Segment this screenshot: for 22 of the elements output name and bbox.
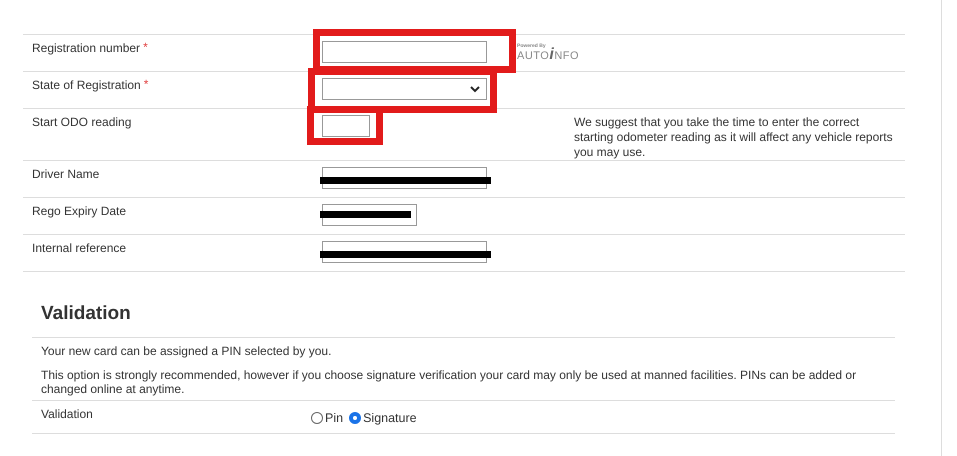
section-heading: Validation xyxy=(41,302,132,326)
intro-text: Your new card can be assigned a PIN selected by you. xyxy=(40,343,332,360)
required-mark: * xyxy=(144,76,148,91)
radio-icon[interactable] xyxy=(311,412,323,424)
advice-text: This option is strongly recommended, however if you choose signature verification your card may only be used at manned facilities. PINs can be added or changed online at anytime. xyxy=(40,367,858,398)
field-label: Driver Name xyxy=(31,166,100,182)
required-mark: * xyxy=(143,39,148,54)
field-label: State of Registration xyxy=(31,77,141,93)
input-field[interactable] xyxy=(322,41,487,63)
field-label: Internal reference xyxy=(31,240,126,256)
field-label: Registration number xyxy=(31,40,140,56)
field-label: Rego Expiry Date xyxy=(31,203,126,219)
logo: AUTOiNFO xyxy=(517,49,580,62)
state-select[interactable] xyxy=(322,78,487,100)
hint-text: We suggest that you take the time to enter the correct starting odometer reading as it will affect any vehicle reports you may use. xyxy=(573,114,894,160)
radio-option[interactable]: Signature xyxy=(349,411,417,425)
radio-option[interactable]: Pin xyxy=(311,411,344,425)
field-label: Validation xyxy=(40,406,94,423)
chevron-down-icon xyxy=(470,86,480,92)
input-field[interactable] xyxy=(322,115,370,137)
field-label: Start ODO reading xyxy=(31,114,132,130)
radio-icon[interactable] xyxy=(349,412,362,424)
